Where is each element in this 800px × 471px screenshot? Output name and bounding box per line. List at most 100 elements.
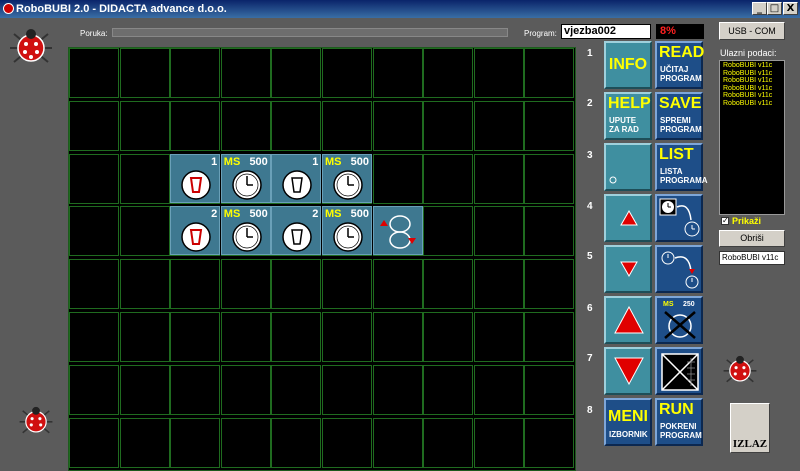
list-button[interactable]: LIST LISTA PROGRAMA: [655, 143, 708, 191]
grid-cell[interactable]: [119, 48, 170, 98]
grid-cell[interactable]: [322, 48, 372, 98]
grid-cell[interactable]: [423, 100, 474, 151]
grid-cell[interactable]: [119, 206, 170, 257]
grid-cell[interactable]: [220, 364, 271, 415]
grid-cell[interactable]: [69, 48, 119, 98]
clear-inputs-button[interactable]: Obriši: [719, 230, 785, 247]
grid-cell[interactable]: [473, 153, 524, 204]
program-name-input[interactable]: vjezba002: [561, 24, 651, 39]
exit-button[interactable]: IZLAZ: [730, 403, 770, 453]
grid-cell[interactable]: [170, 312, 221, 362]
grid-cell[interactable]: [473, 259, 524, 310]
minimize-button[interactable]: _: [752, 2, 767, 15]
small-down-button[interactable]: [604, 245, 652, 293]
wait-jump-button[interactable]: [655, 245, 703, 293]
clear-grid-button[interactable]: [655, 347, 703, 395]
grid-cell[interactable]: [69, 259, 119, 310]
grid-cell[interactable]: [119, 259, 170, 310]
program-command[interactable]: MS 500: [220, 206, 271, 256]
grid-cell[interactable]: [170, 417, 221, 468]
program-command[interactable]: MS 500: [322, 206, 372, 256]
grid-cell[interactable]: [473, 206, 524, 257]
grid-cell[interactable]: [69, 206, 119, 257]
info-button[interactable]: INFO: [604, 41, 652, 89]
prikazi-checkbox[interactable]: ✓: [721, 217, 729, 225]
grid-cell[interactable]: [119, 364, 170, 415]
grid-cell[interactable]: [322, 312, 372, 362]
grid-cell[interactable]: [119, 417, 170, 468]
grid-cell[interactable]: [473, 364, 524, 415]
grid-cell[interactable]: [119, 312, 170, 362]
program-grid[interactable]: 1 MS 500 1 MS 500 2 MS 500 2 MS 500: [68, 47, 576, 471]
grid-cell[interactable]: [524, 417, 575, 468]
program-command[interactable]: 1: [271, 153, 322, 203]
usb-com-button[interactable]: USB - COM: [719, 22, 785, 40]
grid-cell[interactable]: [322, 100, 372, 151]
run-button[interactable]: RUN POKRENI PROGRAM: [655, 398, 703, 446]
grid-cell[interactable]: [69, 312, 119, 362]
program-command[interactable]: 2: [170, 206, 221, 256]
grid-cell[interactable]: [524, 153, 575, 204]
grid-cell[interactable]: [372, 48, 423, 98]
grid-cell[interactable]: [69, 364, 119, 415]
grid-cell[interactable]: [423, 364, 474, 415]
delete-command-button[interactable]: MS 250: [655, 296, 703, 344]
program-command[interactable]: [372, 206, 423, 256]
grid-cell[interactable]: [322, 259, 372, 310]
grid-cell[interactable]: [423, 417, 474, 468]
grid-cell[interactable]: [524, 259, 575, 310]
sensor-button[interactable]: [604, 143, 652, 191]
grid-cell[interactable]: [524, 100, 575, 151]
grid-cell[interactable]: [271, 48, 322, 98]
program-command[interactable]: 2: [271, 206, 322, 256]
grid-cell[interactable]: [170, 48, 221, 98]
grid-cell[interactable]: [524, 312, 575, 362]
grid-cell[interactable]: [271, 417, 322, 468]
read-button[interactable]: READ UČITAJ PROGRAM: [655, 41, 704, 89]
grid-cell[interactable]: [473, 100, 524, 151]
grid-cell[interactable]: [524, 206, 575, 257]
grid-cell[interactable]: [170, 100, 221, 151]
grid-cell[interactable]: [372, 364, 423, 415]
grid-cell[interactable]: [220, 100, 271, 151]
grid-cell[interactable]: [372, 312, 423, 362]
grid-cell[interactable]: [69, 100, 119, 151]
grid-cell[interactable]: [524, 364, 575, 415]
grid-cell[interactable]: [220, 259, 271, 310]
program-command[interactable]: 1: [170, 153, 221, 203]
save-button[interactable]: SAVE SPREMI PROGRAM: [655, 92, 703, 140]
close-button[interactable]: X: [783, 2, 798, 15]
grid-cell[interactable]: [423, 259, 474, 310]
grid-cell[interactable]: [473, 48, 524, 98]
grid-cell[interactable]: [271, 100, 322, 151]
grid-cell[interactable]: [69, 153, 119, 204]
grid-cell[interactable]: [69, 417, 119, 468]
help-button[interactable]: HELP UPUTE ZA RAD: [604, 92, 652, 140]
grid-cell[interactable]: [372, 100, 423, 151]
grid-cell[interactable]: [423, 153, 474, 204]
grid-cell[interactable]: [524, 48, 575, 98]
grid-cell[interactable]: [473, 417, 524, 468]
menu-button[interactable]: MENI IZBORNIK: [604, 398, 652, 446]
grid-cell[interactable]: [423, 206, 474, 257]
program-command[interactable]: MS 500: [220, 153, 271, 203]
grid-cell[interactable]: [322, 364, 372, 415]
grid-cell[interactable]: [119, 153, 170, 204]
grid-cell[interactable]: [170, 364, 221, 415]
big-down-button[interactable]: [604, 347, 652, 395]
grid-cell[interactable]: [322, 417, 372, 468]
grid-cell[interactable]: [473, 312, 524, 362]
grid-cell[interactable]: [423, 312, 474, 362]
small-up-button[interactable]: [604, 194, 652, 242]
maximize-button[interactable]: □: [767, 2, 782, 15]
grid-cell[interactable]: [271, 259, 322, 310]
wait-until-button[interactable]: [655, 194, 703, 242]
grid-cell[interactable]: [271, 312, 322, 362]
input-data-list[interactable]: RoboBUBI v11c RoboBUBI v11c RoboBUBI v11…: [719, 60, 785, 215]
program-command[interactable]: MS 500: [322, 153, 372, 203]
grid-cell[interactable]: [220, 48, 271, 98]
grid-cell[interactable]: [119, 100, 170, 151]
grid-cell[interactable]: [220, 312, 271, 362]
grid-cell[interactable]: [170, 259, 221, 310]
grid-cell[interactable]: [372, 153, 423, 204]
